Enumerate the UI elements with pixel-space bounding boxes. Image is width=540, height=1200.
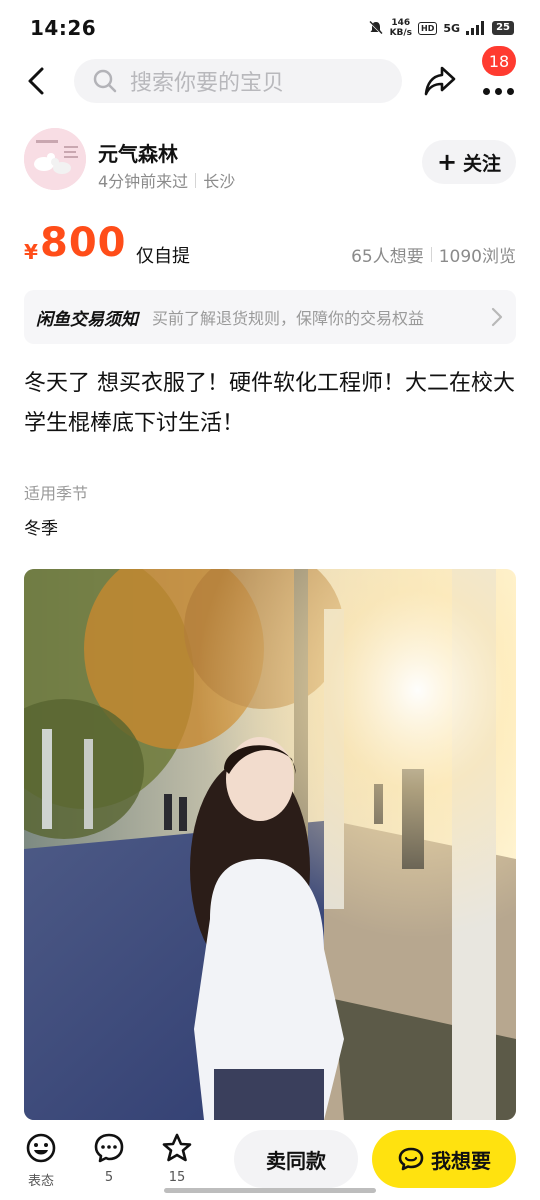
back-arrow-icon	[28, 67, 44, 95]
mute-bell-icon	[368, 21, 383, 35]
sell-same-button[interactable]: 卖同款	[234, 1130, 358, 1188]
plus-icon: +	[436, 148, 458, 176]
home-indicator[interactable]	[164, 1188, 376, 1193]
back-button[interactable]	[22, 66, 52, 96]
trade-notice-banner[interactable]: 闲鱼交易须知 买前了解退货规则，保障你的交易权益	[24, 290, 516, 344]
want-button[interactable]: 我想要	[372, 1130, 516, 1188]
seller-info: 元气森林 4分钟前来过 长沙 + 关注	[24, 128, 516, 194]
product-photo-image	[24, 569, 516, 1120]
avatar-birds-image	[24, 128, 86, 190]
seller-location: 长沙	[203, 172, 236, 191]
network-speed-value: 146	[391, 18, 411, 28]
notice-text: 买前了解退货规则，保障你的交易权益	[152, 309, 425, 328]
signal-icon	[466, 21, 485, 35]
notice-title: 闲鱼交易须知	[36, 309, 138, 330]
price-row: ¥ 800 仅自提 65人想要 1090浏览	[24, 216, 516, 272]
attribute-value: 冬季	[24, 519, 58, 539]
delivery-method: 仅自提	[136, 246, 190, 267]
want-label: 我想要	[431, 1148, 491, 1173]
smile-icon	[26, 1133, 56, 1163]
more-icon	[483, 88, 514, 95]
favorite-button[interactable]: 15	[152, 1132, 202, 1185]
attribute-label: 适用季节	[24, 484, 89, 503]
status-time: 14:26	[30, 16, 97, 40]
network-speed: 146 KB/s	[390, 18, 412, 38]
comment-count: 5	[104, 1170, 114, 1185]
emoji-reaction-button[interactable]: 表态	[16, 1132, 66, 1189]
want-count: 65人想要	[351, 247, 424, 267]
follow-button[interactable]: + 关注	[422, 140, 516, 184]
comment-button[interactable]: 5	[84, 1132, 134, 1185]
item-photo[interactable]	[24, 569, 516, 1120]
chevron-right-icon	[491, 307, 503, 327]
meta-divider	[195, 172, 197, 188]
search-icon	[92, 68, 118, 94]
item-description: 冬天了 想买衣服了！硬件软化工程师！大二在校大学生棍棒底下讨生活！	[24, 371, 515, 436]
hd-indicator: HD	[418, 21, 438, 35]
stats-divider	[430, 247, 432, 262]
follow-label: 关注	[463, 152, 502, 175]
search-bar[interactable]: 搜索你要的宝贝	[74, 59, 402, 103]
share-button[interactable]	[422, 64, 458, 98]
comment-icon	[94, 1133, 124, 1163]
chat-bubble-icon	[398, 1147, 424, 1171]
item-stats: 65人想要 1090浏览	[351, 242, 516, 267]
network-speed-unit: KB/s	[389, 28, 413, 38]
seller-name[interactable]: 元气森林	[98, 138, 178, 167]
search-placeholder: 搜索你要的宝贝	[130, 71, 285, 96]
seller-avatar[interactable]	[24, 128, 86, 190]
item-price: 800	[40, 220, 127, 266]
star-icon	[162, 1133, 192, 1162]
emoji-label: 表态	[27, 1174, 54, 1189]
last-seen-text: 4分钟前来过	[98, 172, 189, 191]
battery-indicator: 25	[492, 21, 514, 35]
favorite-count: 15	[168, 1170, 186, 1185]
message-count-badge: 18	[482, 46, 516, 76]
network-type: 5G	[443, 21, 461, 35]
status-icons: 146 KB/s HD 5G 25	[368, 18, 514, 38]
currency-symbol: ¥	[24, 240, 38, 264]
status-bar: 14:26 146 KB/s HD 5G 25	[0, 0, 540, 56]
view-count: 1090浏览	[438, 247, 516, 267]
share-icon	[424, 66, 456, 96]
top-nav: 搜索你要的宝贝 18	[0, 46, 540, 112]
seller-meta: 4分钟前来过 长沙	[98, 168, 235, 192]
